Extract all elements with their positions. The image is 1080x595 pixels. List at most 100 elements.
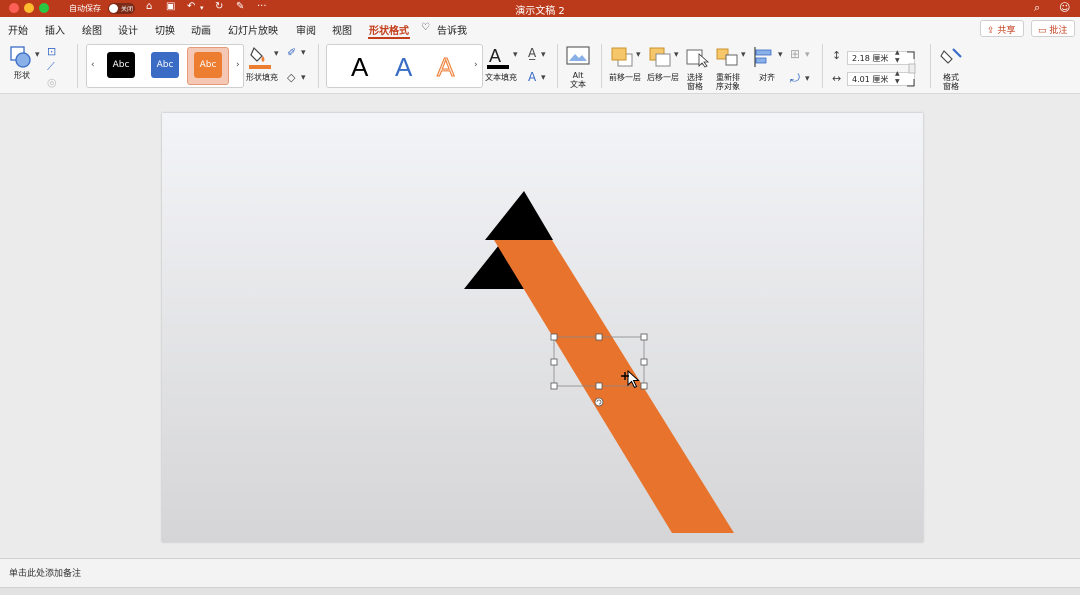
tab-slideshow[interactable]: 幻灯片放映 bbox=[228, 22, 278, 37]
gallery-prev-icon[interactable]: ‹ bbox=[91, 60, 95, 70]
wordart-style-black[interactable]: A bbox=[351, 52, 368, 83]
orange-arrow-shaft[interactable] bbox=[494, 240, 734, 533]
tab-insert[interactable]: 插入 bbox=[45, 22, 65, 37]
resize-handle-b[interactable] bbox=[595, 382, 603, 390]
divider bbox=[822, 44, 823, 88]
tab-draw[interactable]: 绘图 bbox=[82, 22, 102, 37]
text-fill-icon: A bbox=[487, 46, 509, 69]
style-orange[interactable]: Abc bbox=[194, 52, 222, 78]
tab-view[interactable]: 视图 bbox=[332, 22, 352, 37]
divider bbox=[318, 44, 319, 88]
align-button[interactable] bbox=[752, 46, 776, 68]
tab-shape-format[interactable]: 形状格式 bbox=[369, 22, 409, 37]
shape-fill-label: 形状填充 bbox=[246, 73, 278, 82]
tab-transitions[interactable]: 切换 bbox=[155, 22, 175, 37]
send-backward-icon bbox=[649, 47, 671, 67]
text-outline-dropdown-icon[interactable]: ▾ bbox=[541, 50, 546, 60]
lock-aspect-ratio-button[interactable] bbox=[907, 51, 916, 87]
style-blue[interactable]: Abc bbox=[151, 52, 179, 78]
reorder-objects-label: 重新排 序对象 bbox=[716, 73, 740, 91]
shape-height-input[interactable]: 2.18 厘米 bbox=[847, 51, 915, 65]
reorder-dropdown-icon[interactable]: ▾ bbox=[741, 50, 746, 60]
share-icon: ⇪ bbox=[987, 26, 998, 36]
insert-shape-button[interactable] bbox=[10, 46, 32, 68]
paint-bucket-icon bbox=[249, 46, 271, 69]
resize-handle-l[interactable] bbox=[550, 358, 558, 366]
tell-me-search[interactable]: 告诉我 bbox=[437, 22, 467, 37]
slide-shapes bbox=[464, 191, 734, 533]
text-effects-dropdown-icon[interactable]: ▾ bbox=[541, 73, 546, 83]
tab-design[interactable]: 设计 bbox=[118, 22, 138, 37]
height-stepper-down-icon[interactable]: ▼ bbox=[895, 57, 900, 64]
resize-handle-tl[interactable] bbox=[550, 333, 558, 341]
shape-outline-icon[interactable]: ✐ bbox=[287, 46, 296, 59]
bring-forward-button[interactable] bbox=[610, 46, 634, 68]
alt-text-button[interactable] bbox=[566, 46, 590, 66]
reorder-objects-button[interactable] bbox=[716, 46, 740, 68]
send-backward-dropdown-icon[interactable]: ▾ bbox=[674, 50, 679, 60]
rotate-icon[interactable]: ⤾ bbox=[790, 71, 800, 86]
text-fill-dropdown-icon[interactable]: ▾ bbox=[513, 50, 518, 60]
alt-text-label: Alt 文本 bbox=[570, 71, 586, 89]
align-dropdown-icon[interactable]: ▾ bbox=[778, 50, 783, 60]
edit-shape-icon[interactable]: ⟋ bbox=[47, 60, 55, 74]
group-icon[interactable]: ⊞ bbox=[790, 47, 800, 61]
shape-dropdown-icon[interactable]: ▾ bbox=[35, 50, 40, 60]
tab-animations[interactable]: 动画 bbox=[191, 22, 211, 37]
text-fill-button[interactable]: A bbox=[486, 44, 510, 72]
resize-handle-bl[interactable] bbox=[550, 382, 558, 390]
shape-fill-dropdown-icon[interactable]: ▾ bbox=[274, 49, 279, 59]
shape-effects-icon[interactable]: ◇ bbox=[287, 71, 295, 84]
shape-styles-gallery: ‹ Abc Abc Abc › bbox=[86, 44, 244, 88]
resize-handle-t[interactable] bbox=[595, 333, 603, 341]
rotate-dropdown-icon[interactable]: ▾ bbox=[805, 74, 810, 84]
resize-handle-br[interactable] bbox=[640, 382, 648, 390]
send-backward-button[interactable] bbox=[648, 46, 672, 68]
black-triangle-top[interactable] bbox=[485, 191, 553, 240]
comments-button[interactable]: ▭ 批注 bbox=[1031, 20, 1075, 37]
shape-fill-button[interactable] bbox=[248, 44, 272, 70]
rotate-handle-icon[interactable] bbox=[594, 397, 604, 407]
bring-forward-icon bbox=[611, 47, 633, 67]
wordart-next-icon[interactable]: › bbox=[474, 60, 478, 70]
resize-handle-tr[interactable] bbox=[640, 333, 648, 341]
share-button[interactable]: ⇪ 共享 bbox=[980, 20, 1024, 37]
text-effects-icon[interactable]: A bbox=[528, 70, 536, 84]
svg-text:A: A bbox=[489, 46, 501, 66]
width-stepper-up-icon[interactable]: ▲ bbox=[895, 70, 900, 77]
gallery-next-icon[interactable]: › bbox=[236, 60, 240, 70]
slide-canvas[interactable] bbox=[162, 113, 923, 542]
align-icon bbox=[754, 47, 772, 67]
lock-aspect-icon bbox=[907, 51, 916, 87]
resize-handle-r[interactable] bbox=[640, 358, 648, 366]
search-icon[interactable]: ⌕ bbox=[1034, 1, 1040, 15]
alt-text-icon bbox=[566, 46, 590, 65]
format-pane-icon bbox=[940, 48, 962, 64]
shapes-icon bbox=[10, 46, 31, 68]
group-dropdown-icon[interactable]: ▾ bbox=[805, 50, 810, 60]
account-icon[interactable]: ☺ bbox=[1059, 1, 1070, 14]
notes-pane[interactable]: 单击此处添加备注 bbox=[0, 558, 1080, 587]
wordart-style-orange-outline[interactable]: A bbox=[436, 52, 454, 83]
outline-dropdown-icon[interactable]: ▾ bbox=[301, 48, 306, 58]
text-outline-icon[interactable]: A̲ bbox=[528, 46, 536, 60]
wordart-style-blue[interactable]: A bbox=[395, 52, 412, 83]
lightbulb-icon: ♡ bbox=[421, 22, 430, 33]
effects-dropdown-icon[interactable]: ▾ bbox=[301, 73, 306, 83]
style-black[interactable]: Abc bbox=[107, 52, 135, 78]
shape-width-input[interactable]: 4.01 厘米 bbox=[847, 72, 915, 86]
text-box-icon[interactable]: ⊡ bbox=[47, 45, 56, 58]
height-stepper-up-icon[interactable]: ▲ bbox=[895, 49, 900, 56]
merge-shapes-icon[interactable]: ◎ bbox=[47, 76, 57, 89]
divider bbox=[601, 44, 602, 88]
ribbon-toolbar: ▾ 形状 ⊡ ⟋ ◎ ‹ Abc Abc Abc › ▾ 形状填充 ✐ ▾ ◇ … bbox=[0, 40, 1080, 94]
share-label: 共享 bbox=[997, 26, 1016, 36]
format-pane-button[interactable] bbox=[940, 45, 964, 69]
tab-home[interactable]: 开始 bbox=[8, 22, 28, 37]
title-bar: 自动保存 关闭 ⌂ ▣ ↶ ▾ ↻ ✎ ··· 演示文稿 2 ⌕ ☺ bbox=[0, 0, 1080, 17]
tab-review[interactable]: 审阅 bbox=[296, 22, 316, 37]
bring-forward-dropdown-icon[interactable]: ▾ bbox=[636, 50, 641, 60]
text-fill-label: 文本填充 bbox=[485, 73, 517, 82]
selection-pane-button[interactable] bbox=[686, 46, 710, 68]
width-stepper-down-icon[interactable]: ▼ bbox=[895, 78, 900, 85]
